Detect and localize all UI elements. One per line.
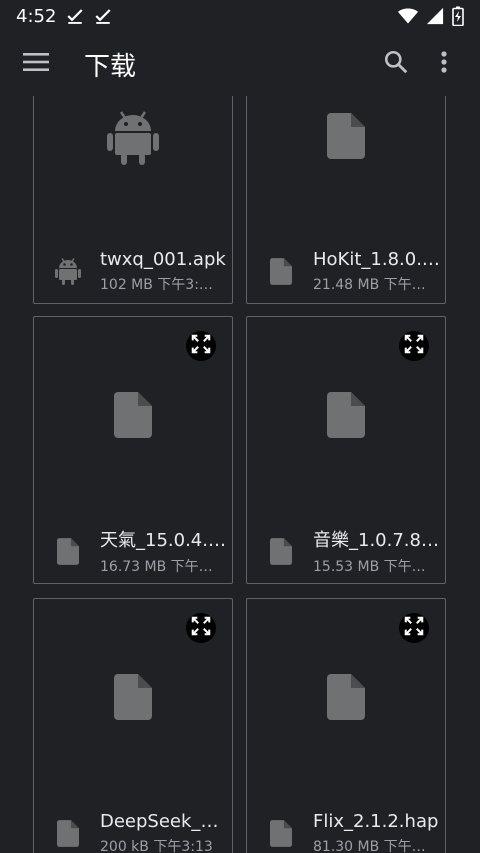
file-meta: 天氣_15.0.4.… 16.73 MB 下午… [34,519,232,583]
file-name: DeepSeek_1.… [100,810,228,832]
more-options-button[interactable] [420,40,468,88]
file-detail: 21.48 MB 下午… [313,276,426,293]
document-icon [114,674,152,724]
signal-icon [426,7,444,25]
document-icon [327,392,365,442]
file-card[interactable]: 音樂_1.0.7.8… 15.53 MB 下午… [246,316,446,584]
search-icon [383,49,409,79]
file-detail: 102 MB 下午3:… [100,276,213,293]
file-thumbnail [34,599,232,799]
android-icon [54,255,82,287]
document-icon [327,113,365,163]
file-name: 天氣_15.0.4.… [100,530,226,551]
file-detail: 200 kB 下午3:13 [100,838,213,853]
document-icon [267,255,295,287]
status-time: 4:52 [16,5,57,27]
file-name: HoKit_1.8.0.… [313,248,440,270]
file-detail: 81.30 MB 下午… [313,838,426,853]
android-icon [107,109,159,169]
document-icon [114,392,152,442]
file-card[interactable]: HoKit_1.8.0.… 21.48 MB 下午… [246,96,446,304]
file-card[interactable]: Flix_2.1.2.hap 81.30 MB 下午… [246,598,446,853]
file-meta: HoKit_1.8.0.… 21.48 MB 下午… [247,239,445,303]
page-title: 下载 [84,51,137,82]
file-name: twxq_001.apk [100,248,226,270]
document-icon [267,535,295,567]
hamburger-menu-icon [23,52,49,76]
file-meta: twxq_001.apk 102 MB 下午3:… [34,239,232,303]
app-bar: 下载 [0,32,480,96]
file-meta: Flix_2.1.2.hap 81.30 MB 下午… [247,801,445,853]
file-card[interactable]: twxq_001.apk 102 MB 下午3:… [33,96,233,304]
document-icon [54,817,82,849]
file-thumbnail [247,96,445,237]
battery-charging-icon [452,6,464,26]
document-icon [54,535,82,567]
file-name: 音樂_1.0.7.8… [313,530,439,551]
file-thumbnail [34,96,232,237]
file-detail: 15.53 MB 下午… [313,559,426,575]
file-card[interactable]: 天氣_15.0.4.… 16.73 MB 下午… [33,316,233,584]
download-done-icon [66,7,84,25]
menu-button[interactable] [12,40,60,88]
status-bar: 4:52 [0,0,480,32]
wifi-icon [398,7,418,25]
search-button[interactable] [372,40,420,88]
document-icon [267,817,295,849]
file-meta: DeepSeek_1.… 200 kB 下午3:13 [34,801,232,853]
file-grid: twxq_001.apk 102 MB 下午3:… HoKit_1.8.0.… … [0,96,480,853]
file-detail: 16.73 MB 下午… [100,559,213,575]
file-meta: 音樂_1.0.7.8… 15.53 MB 下午… [247,519,445,583]
download-done-icon [94,7,112,25]
file-thumbnail [34,317,232,517]
more-vert-icon [440,50,448,78]
file-thumbnail [247,317,445,517]
file-card[interactable]: DeepSeek_1.… 200 kB 下午3:13 [33,598,233,853]
file-name: Flix_2.1.2.hap [313,810,439,832]
file-thumbnail [247,599,445,799]
document-icon [327,674,365,724]
